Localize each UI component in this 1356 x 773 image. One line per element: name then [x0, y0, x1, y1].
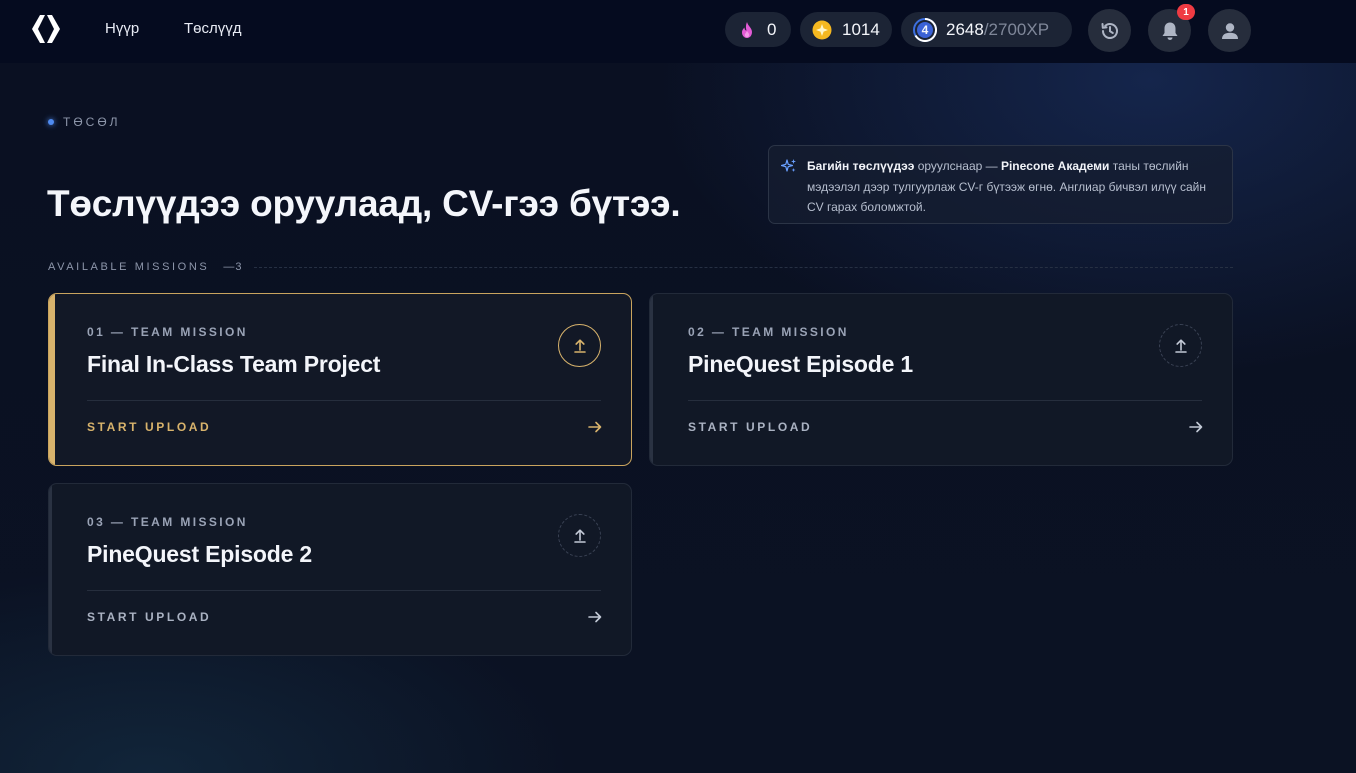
section-eyebrow: ТӨСӨЛ [48, 115, 121, 129]
level-value: 4 [921, 22, 929, 37]
upload-icon [573, 528, 586, 543]
mission-label: 02 — TEAM MISSION [688, 325, 849, 339]
missions-heading: AVAILABLE MISSIONS [48, 261, 210, 273]
upload-icon [1174, 338, 1187, 353]
mission-title: PineQuest Episode 2 [87, 541, 312, 567]
brand-logo[interactable] [28, 13, 64, 45]
info-callout: Багийн төслүүдээ оруулснаар — Pinecone А… [768, 145, 1233, 224]
start-upload-link[interactable]: START UPLOAD [688, 420, 812, 434]
upload-button[interactable] [558, 514, 601, 557]
card-divider [87, 400, 601, 401]
arrow-right-icon[interactable] [587, 419, 603, 435]
coins-value: 1014 [842, 19, 880, 39]
xp-pill[interactable]: 4 2648/2700XP [901, 12, 1072, 47]
sparkle-icon [781, 159, 796, 172]
arrow-right-icon[interactable] [587, 609, 603, 625]
card-accent-stripe [49, 294, 55, 465]
mission-card-2[interactable]: 02 — TEAM MISSION PineQuest Episode 1 ST… [649, 293, 1233, 466]
xp-max: /2700XP [983, 19, 1050, 39]
start-upload-link[interactable]: START UPLOAD [87, 420, 211, 434]
xp-value: 2648 [946, 19, 984, 39]
nav-home-link[interactable]: Нүүр [105, 20, 139, 37]
card-divider [87, 590, 601, 591]
card-accent-stripe [49, 484, 52, 655]
streak-value: 0 [767, 19, 777, 39]
top-navbar: Нүүр Төслүүд 0 1014 4 2648/2700XP 1 [0, 0, 1356, 63]
streak-pill[interactable]: 0 [725, 12, 791, 47]
start-upload-link[interactable]: START UPLOAD [87, 610, 211, 624]
upload-button[interactable] [1159, 324, 1202, 367]
mission-label: 01 — TEAM MISSION [87, 325, 248, 339]
eyebrow-dot [48, 119, 54, 125]
info-bold-academy: Pinecone Академи [1000, 159, 1110, 173]
mission-card-3[interactable]: 03 — TEAM MISSION PineQuest Episode 2 ST… [48, 483, 632, 656]
arrow-right-icon[interactable] [1188, 419, 1204, 435]
flame-icon [737, 20, 757, 40]
eyebrow-label: ТӨСӨЛ [63, 115, 121, 129]
info-text-1: оруулснаар — [914, 159, 1001, 173]
card-accent-stripe [650, 294, 653, 465]
user-icon [1221, 22, 1238, 39]
missions-count: —3 [223, 261, 243, 273]
mission-title: Final In-Class Team Project [87, 351, 381, 377]
missions-section-header: AVAILABLE MISSIONS —3 [48, 260, 1233, 274]
coins-pill[interactable]: 1014 [800, 12, 892, 47]
nav-projects-link[interactable]: Төслүүд [184, 20, 242, 37]
upload-icon [573, 338, 586, 353]
mission-label: 03 — TEAM MISSION [87, 515, 248, 529]
notification-count-badge: 1 [1177, 4, 1195, 20]
bell-icon [1162, 22, 1177, 40]
card-divider [688, 400, 1202, 401]
page-title: Төслүүдээ оруулаад, CV-гээ бүтээ. [47, 183, 681, 224]
coin-icon [812, 20, 832, 40]
upload-button[interactable] [558, 324, 601, 367]
missions-divider [254, 266, 1233, 268]
profile-button[interactable] [1208, 9, 1251, 52]
history-icon [1101, 22, 1118, 39]
mission-card-1[interactable]: 01 — TEAM MISSION Final In-Class Team Pr… [48, 293, 632, 466]
info-bold-team-projects: Багийн төслүүдээ [807, 159, 915, 173]
history-button[interactable] [1088, 9, 1131, 52]
mission-title: PineQuest Episode 1 [688, 351, 913, 377]
